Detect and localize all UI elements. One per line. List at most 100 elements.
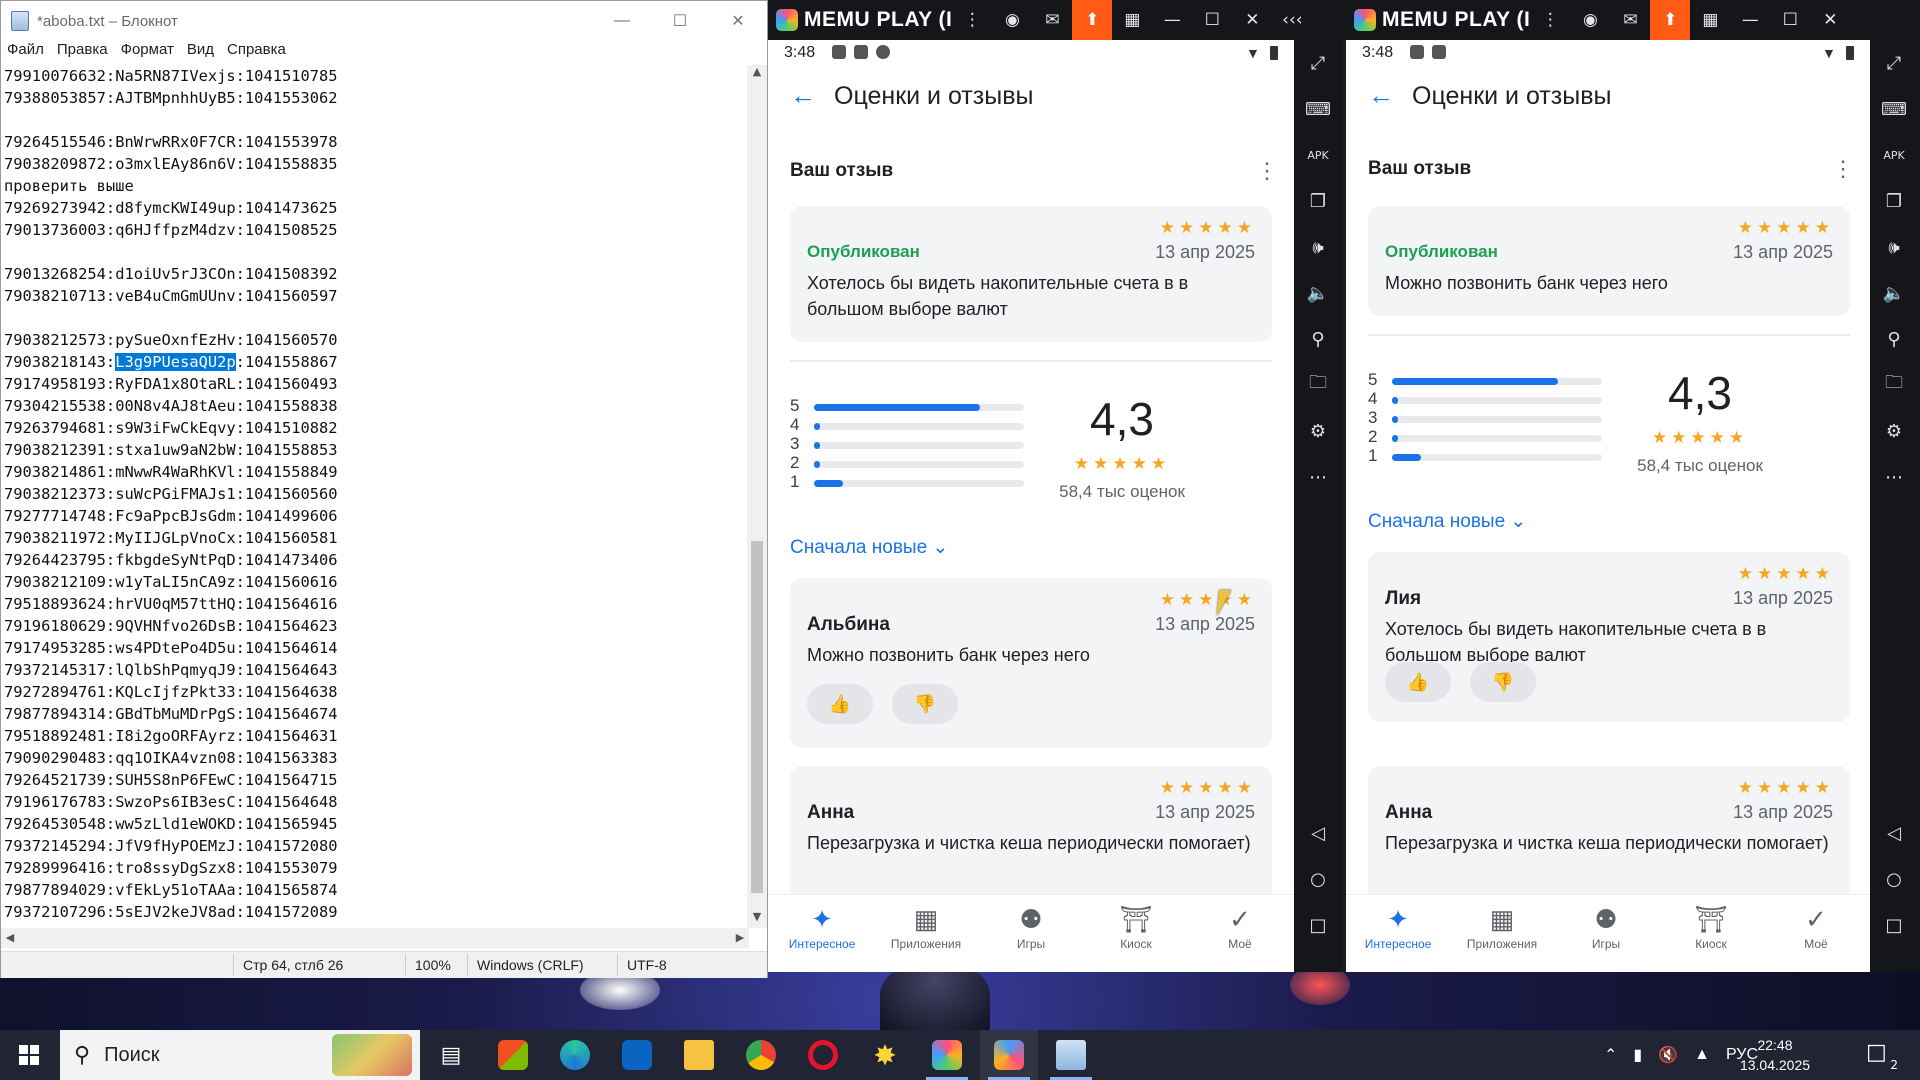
thumbs-up-icon[interactable]: 👍 [1385,662,1451,702]
upload-icon[interactable]: ⬆ [1650,0,1691,40]
opera-app[interactable] [794,1030,852,1080]
gear-icon[interactable]: ⚙ [1870,414,1918,448]
volume-down-icon[interactable]: 🔈 [1294,276,1342,310]
memu-titlebar[interactable]: MEMU PLAY (I ⋮ ◉ ✉ ⬆ ▦ — ☐ ✕ ‹‹‹ [768,0,1346,40]
nav-kiosk[interactable]: ⛩ Киоск [1086,903,1186,951]
memu-titlebar[interactable]: MEMU PLAY (I ⋮ ◉ ✉ ⬆ ▦ — ☐ ✕ [1346,0,1920,40]
multi-instance-icon[interactable]: ❐ [1294,184,1342,218]
explorer-app[interactable] [670,1030,728,1080]
edge-app[interactable] [546,1030,604,1080]
back-arrow-icon[interactable]: ← [790,80,816,111]
more-menu-icon[interactable]: ⋮ [952,0,992,40]
sort-dropdown[interactable]: Сначала новые ⌄ [1368,510,1526,533]
more-icon[interactable]: ⋯ [1294,460,1342,494]
memu-app[interactable] [918,1030,976,1080]
scroll-right-icon[interactable]: ▶ [731,928,749,948]
nav-apps[interactable]: ▦ Приложения [876,903,976,951]
account-icon[interactable]: ◉ [992,0,1032,40]
android-home-icon[interactable]: ○ [1294,862,1342,896]
minimize-icon[interactable]: — [593,1,651,41]
maximize-icon[interactable]: ☐ [1770,0,1810,40]
vertical-scrollbar[interactable]: ▲ ▼ [747,65,767,928]
minimize-icon[interactable]: — [1730,0,1770,40]
close-icon[interactable]: ✕ [709,1,767,41]
menu-view[interactable]: Вид [187,41,214,63]
android-home-icon[interactable]: ○ [1870,862,1918,896]
mail-icon[interactable]: ✉ [1610,0,1650,40]
close-icon[interactable]: ✕ [1232,0,1272,40]
keyboard-icon[interactable]: ⌨ [1294,92,1342,126]
menu-help[interactable]: Справка [227,41,286,63]
volume-down-icon[interactable]: 🔈 [1870,276,1918,310]
memu-multi-app[interactable] [980,1030,1038,1080]
chrome-app[interactable] [732,1030,790,1080]
menu-file[interactable]: Файл [7,41,44,63]
close-icon[interactable]: ✕ [1810,0,1850,40]
nav-interesting[interactable]: ✦ Интересное [772,903,872,951]
clock[interactable]: 22:48 13.04.2025 [1730,1035,1820,1075]
nav-games[interactable]: ⚉ Игры [1556,903,1656,951]
minimize-icon[interactable]: — [1152,0,1192,40]
volume-up-icon[interactable]: 🕪 [1294,230,1342,264]
keyboard-icon[interactable]: ⌨ [1870,92,1918,126]
start-button[interactable] [0,1030,58,1080]
more-icon[interactable]: ⋯ [1870,460,1918,494]
location-icon[interactable]: ⚲ [1870,322,1918,356]
scroll-up-icon[interactable]: ▲ [747,65,767,83]
taskbar-search[interactable]: ⚲ Поиск [60,1030,420,1080]
review-menu-icon[interactable]: ⋮ [1256,160,1278,182]
thumbs-down-icon[interactable]: 👎 [1470,662,1536,702]
multi-instance-icon[interactable]: ❐ [1870,184,1918,218]
apk-icon[interactable]: APK [1870,138,1918,172]
maximize-icon[interactable]: ☐ [1192,0,1232,40]
outlook-app[interactable] [608,1030,666,1080]
scroll-left-icon[interactable]: ◀ [1,928,19,948]
folder-icon[interactable]: 🗀 [1294,368,1342,402]
folder-icon[interactable]: 🗀 [1870,368,1918,402]
mail-icon[interactable]: ✉ [1032,0,1072,40]
android-back-icon[interactable]: ◁ [1870,816,1918,850]
battery-icon[interactable]: ▮ [1633,1045,1642,1065]
volume-muted-icon[interactable]: 🔇 [1658,1045,1678,1065]
notepad-text-area[interactable]: 79910076632:Na5RN87IVexjs:1041510785 7938… [1,65,749,928]
nav-games[interactable]: ⚉ Игры [981,903,1081,951]
android-recents-icon[interactable]: □ [1870,908,1918,942]
android-recents-icon[interactable]: □ [1294,908,1342,942]
upload-icon[interactable]: ⬆ [1072,0,1113,40]
thumbs-up-icon[interactable]: 👍 [807,684,873,724]
nav-interesting[interactable]: ✦ Интересное [1348,903,1448,951]
fullscreen-icon[interactable]: ⤢ [1870,46,1918,80]
store-app[interactable] [484,1030,542,1080]
scroll-down-icon[interactable]: ▼ [747,910,767,928]
screen-cast-icon[interactable]: ▦ [1112,0,1152,40]
collapse-sidebar-icon[interactable]: ‹‹‹ [1272,0,1312,40]
notepad-titlebar[interactable]: *aboba.txt – Блокнот — ☐ ✕ [1,1,767,41]
sort-dropdown[interactable]: Сначала новые ⌄ [790,536,948,559]
notepad-app[interactable] [1042,1030,1100,1080]
apk-icon[interactable]: APK [1294,138,1342,172]
nav-mine[interactable]: ✓ Моё [1766,903,1866,951]
chevron-up-icon[interactable]: ⌃ [1604,1045,1617,1065]
notifications-button[interactable]: □ 2 [1866,1040,1898,1072]
scrollbar-thumb[interactable] [751,541,763,893]
more-menu-icon[interactable]: ⋮ [1530,0,1570,40]
back-arrow-icon[interactable]: ← [1368,80,1394,111]
task-view-button[interactable]: ▤ [422,1030,480,1080]
menu-edit[interactable]: Правка [57,41,108,63]
screen-cast-icon[interactable]: ▦ [1690,0,1730,40]
nav-apps[interactable]: ▦ Приложения [1452,903,1552,951]
volume-up-icon[interactable]: 🕪 [1870,230,1918,264]
review-menu-icon[interactable]: ⋮ [1832,158,1854,180]
nav-kiosk[interactable]: ⛩ Киоск [1661,903,1761,951]
fullscreen-icon[interactable]: ⤢ [1294,46,1342,80]
location-icon[interactable]: ⚲ [1294,322,1342,356]
account-icon[interactable]: ◉ [1570,0,1610,40]
horizontal-scrollbar[interactable]: ◀ ▶ [1,928,749,948]
nav-mine[interactable]: ✓ Моё [1190,903,1290,951]
wifi-icon[interactable]: ▲ [1694,1046,1710,1064]
thumbs-down-icon[interactable]: 👎 [892,684,958,724]
android-back-icon[interactable]: ◁ [1294,816,1342,850]
maximize-icon[interactable]: ☐ [651,1,709,41]
spark-app[interactable]: ✸ [856,1030,914,1080]
gear-icon[interactable]: ⚙ [1294,414,1342,448]
